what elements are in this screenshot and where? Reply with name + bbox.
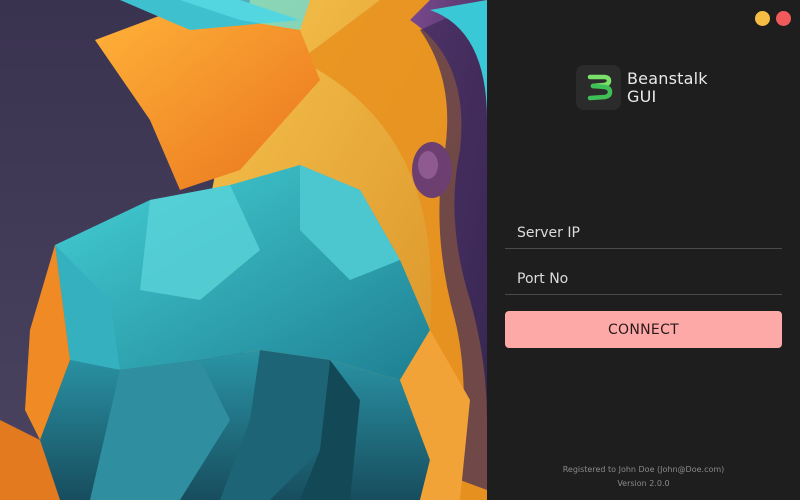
abstract-artwork-image: [0, 0, 487, 500]
artwork-panel: [0, 0, 487, 500]
close-button[interactable]: [776, 11, 791, 26]
registration-text: Registered to John Doe (John@Doe.com): [562, 465, 725, 474]
login-panel: Beanstalk GUI CONNECT Registered to John…: [487, 0, 800, 500]
brand-name-line2: GUI: [627, 86, 657, 106]
version-text: Version 2.0.0: [617, 479, 670, 488]
footer: Registered to John Doe (John@Doe.com) Ve…: [487, 463, 800, 491]
brand-name: Beanstalk GUI: [627, 68, 708, 106]
server-ip-field: [505, 218, 782, 249]
port-no-field: [505, 264, 782, 295]
server-ip-input[interactable]: [505, 225, 782, 241]
minimize-button[interactable]: [755, 11, 770, 26]
window-controls: [755, 11, 791, 26]
brand: Beanstalk GUI: [576, 65, 708, 110]
beanstalk-logo-icon: [576, 65, 621, 110]
port-no-input[interactable]: [505, 271, 782, 287]
connect-button[interactable]: CONNECT: [505, 311, 782, 348]
brand-name-line1: Beanstalk: [627, 68, 708, 88]
app-window: Beanstalk GUI CONNECT Registered to John…: [0, 0, 800, 500]
